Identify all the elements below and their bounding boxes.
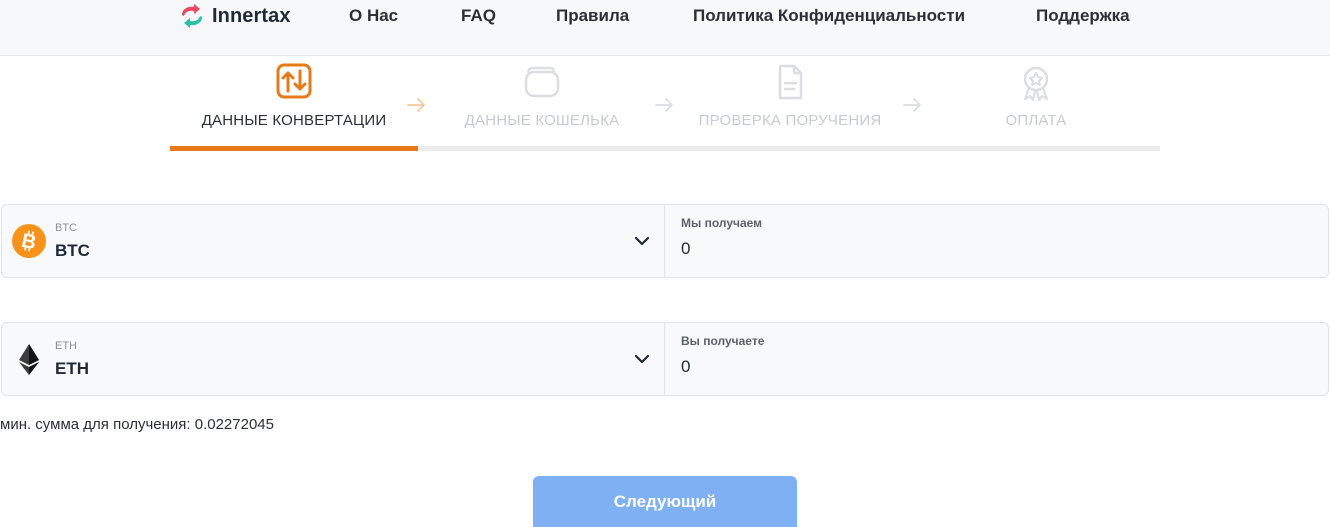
receive-amount-input[interactable] [681,353,1301,381]
step-label: ДАННЫЕ КОНВЕРТАЦИИ [201,112,387,129]
top-navbar: Innertax О Нас FAQ Правила Политика Конф… [0,0,1330,56]
swap-vertical-icon [276,63,312,99]
exchange-logo-icon [182,4,202,28]
step-label: ПРОВЕРКА ПОРУЧЕНИЯ [698,112,882,129]
receive-amount-label: Вы получаете [681,334,765,348]
badge-icon [1023,66,1049,102]
step-label: ОПЛАТА [1005,112,1067,129]
logo-text: Innertax [212,4,291,27]
nav-rules[interactable]: Правила [556,6,629,26]
send-currency-row: B BTC BTC Мы получаем [1,204,1329,278]
step-order-check[interactable]: ПРОВЕРКА ПОРУЧЕНИЯ [666,60,914,152]
progress-stepper: ДАННЫЕ КОНВЕРТАЦИИ ДАННЫЕ КОШЕЛЬКА ПРОВЕ… [170,60,1160,152]
receive-amount-box: Вы получаете [665,323,1328,395]
nav-privacy-policy[interactable]: Политика Конфиденциальности [693,6,965,26]
logo[interactable]: Innertax [178,3,291,29]
chevron-down-icon[interactable] [634,352,650,366]
send-amount-box: Мы получаем [665,205,1328,277]
wallet-icon [524,66,560,98]
nav-support[interactable]: Поддержка [1036,6,1130,26]
receive-currency-select[interactable]: ETH ETH [2,323,665,395]
document-icon [778,64,803,100]
send-amount-input[interactable] [681,235,1301,263]
progress-track [170,146,1160,151]
nav-faq[interactable]: FAQ [461,6,496,26]
receive-coin-ticker: ETH [55,340,77,352]
nav-about[interactable]: О Нас [349,6,398,26]
send-amount-label: Мы получаем [681,216,763,230]
step-conversion-data[interactable]: ДАННЫЕ КОНВЕРТАЦИИ [170,60,418,152]
send-currency-select[interactable]: B BTC BTC [2,205,665,277]
ethereum-icon [19,344,39,375]
step-label: ДАННЫЕ КОШЕЛЬКА [464,112,620,129]
send-coin-ticker: BTC [55,222,77,234]
chevron-down-icon[interactable] [634,234,650,248]
next-button[interactable]: Следующий [533,476,797,527]
step-wallet-data[interactable]: ДАННЫЕ КОШЕЛЬКА [418,60,666,152]
step-payment[interactable]: ОПЛАТА [912,60,1160,152]
receive-currency-row: ETH ETH Вы получаете [1,322,1329,396]
progress-fill [170,146,418,151]
bitcoin-icon: B [12,224,46,258]
min-amount-note: мин. сумма для получения: 0.02272045 [0,416,274,433]
receive-coin-name: ETH [55,359,89,378]
send-coin-name: BTC [55,241,90,260]
